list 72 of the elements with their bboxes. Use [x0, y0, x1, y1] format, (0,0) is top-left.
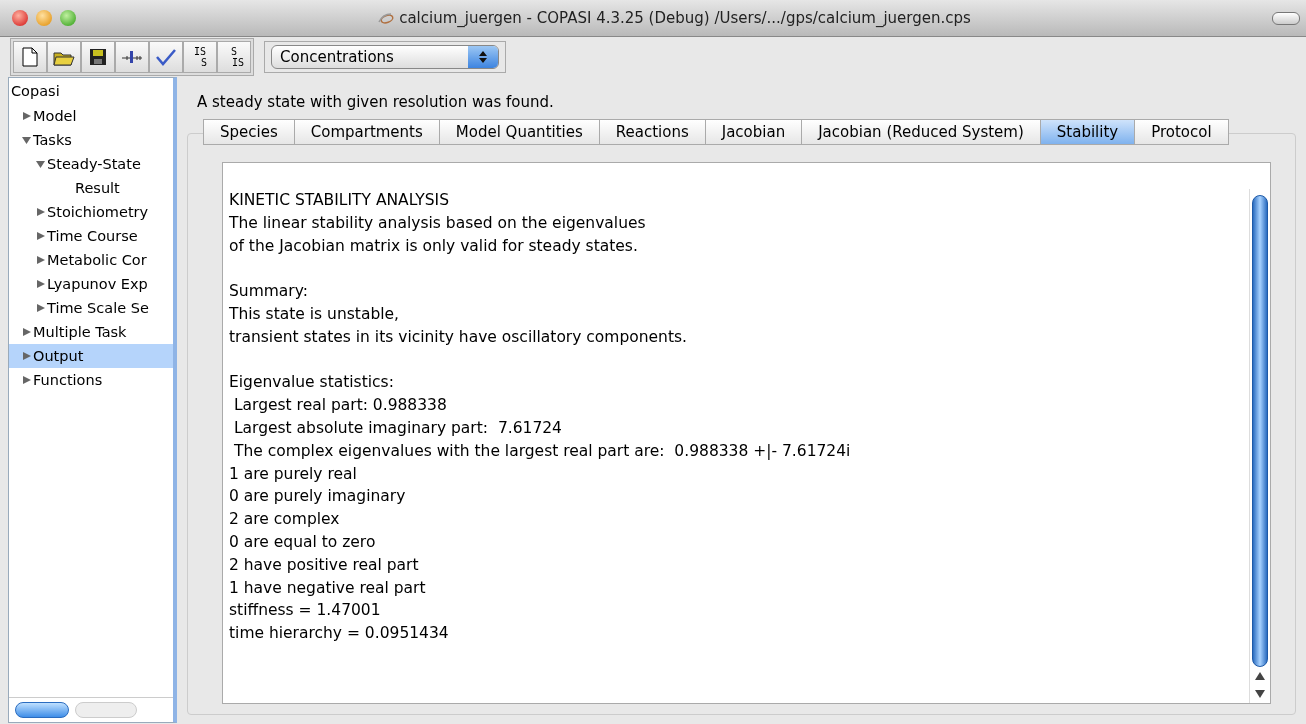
report-line: The linear stability analysis based on the eigenvalues — [229, 212, 647, 234]
tree-item[interactable]: Time Scale Se — [9, 296, 173, 320]
toolbar-button[interactable] — [81, 41, 115, 73]
tab[interactable]: Jacobian — [704, 119, 802, 145]
icon-label: IS — [230, 57, 244, 68]
tab[interactable]: Reactions — [598, 119, 705, 145]
vertical-scrollbar[interactable] — [1249, 189, 1270, 703]
tree-item[interactable]: Model — [9, 104, 173, 128]
expand-triangle-icon[interactable] — [35, 303, 46, 313]
status-message: A steady state with given resolution was found. — [197, 93, 555, 111]
expand-triangle-icon[interactable] — [21, 351, 32, 361]
report-line: Summary: — [229, 281, 309, 303]
tree-item[interactable]: Copasi — [9, 80, 173, 104]
expand-triangle-icon[interactable] — [21, 111, 32, 121]
expand-triangle-icon[interactable] — [35, 255, 46, 265]
report-line: 0 are purely imaginary — [229, 486, 407, 508]
report-line: 2 have positive real part — [229, 554, 420, 576]
tab[interactable]: Species — [203, 119, 294, 145]
expand-triangle-icon[interactable] — [35, 207, 46, 217]
tree-item[interactable]: Metabolic Cor — [9, 248, 173, 272]
expand-triangle-icon[interactable] — [21, 327, 32, 337]
collapse-triangle-icon[interactable] — [21, 135, 32, 145]
tab[interactable]: Model Quantities — [438, 119, 599, 145]
window-title: calcium_juergen - COPASI 4.3.25 (Debug) /Users/.../gps/calcium_juergen.cps — [399, 9, 971, 27]
checkmark-icon — [155, 48, 177, 66]
report-line: transient states in its vicinity have oscillatory components. — [229, 326, 689, 348]
report-line: 1 are purely real — [229, 463, 358, 485]
icon-label: IS — [193, 46, 207, 57]
expand-triangle-icon[interactable] — [21, 375, 32, 385]
tab[interactable]: Stability — [1039, 119, 1135, 145]
icon-label: S — [200, 57, 207, 68]
tree-item[interactable]: Lyapunov Exp — [9, 272, 173, 296]
swirl-logo-icon — [377, 12, 396, 24]
collapse-triangle-icon[interactable] — [35, 159, 46, 169]
close-icon[interactable] — [12, 10, 28, 26]
report-line: 2 are complex — [229, 509, 341, 531]
report-line: stiffness = 1.47001 — [229, 600, 382, 622]
tab[interactable]: Protocol — [1134, 119, 1229, 145]
report-line: The complex eigenvalues with the largest real part are: 0.988338 +|- 7.61724i — [232, 440, 852, 462]
report-line: Eigenvalue statistics: — [229, 372, 395, 394]
toolbar-button[interactable] — [115, 41, 149, 73]
scroll-down-icon[interactable] — [1254, 688, 1266, 700]
toolbar-toggle-button[interactable] — [1272, 11, 1300, 25]
report-line: of the Jacobian matrix is only valid for steady states. — [229, 235, 639, 257]
tree-item[interactable]: Output — [9, 344, 173, 368]
tab[interactable]: Compartments — [293, 119, 439, 145]
slider-icon — [121, 50, 143, 64]
unit-dropdown[interactable]: Concentrations — [271, 45, 499, 69]
stepper-arrows-icon — [478, 49, 488, 65]
tab[interactable]: Jacobian (Reduced System) — [801, 119, 1040, 145]
tree-item[interactable]: Time Course — [9, 224, 173, 248]
tree-item[interactable]: Stoichiometry — [9, 200, 173, 224]
tree-item[interactable]: Tasks — [9, 128, 173, 152]
expand-triangle-icon[interactable] — [35, 279, 46, 289]
report-line: This state is unstable, — [229, 304, 400, 325]
tree-item[interactable]: Functions — [9, 368, 173, 392]
icon-label: S — [229, 46, 238, 57]
report-line: 0 are equal to zero — [229, 531, 377, 553]
toolbar-button[interactable] — [47, 41, 81, 73]
report-line: KINETIC STABILITY ANALYSIS — [229, 190, 450, 211]
report-line: Largest absolute imaginary part: 7.61724 — [232, 417, 563, 439]
expand-triangle-icon[interactable] — [35, 231, 46, 241]
report-line: time hierarchy = 0.0951434 — [229, 623, 450, 645]
toolbar-button[interactable]: S IS — [217, 41, 251, 73]
tree-item[interactable]: Multiple Task — [9, 320, 173, 344]
tree-item[interactable]: Steady-State — [9, 152, 173, 176]
report-line: 1 have negative real part — [229, 577, 427, 599]
toolbar-button[interactable]: IS S — [183, 41, 217, 73]
scroll-up-icon[interactable] — [1254, 670, 1266, 682]
report-line: Largest real part: 0.988338 — [232, 395, 448, 417]
blank-page-icon — [22, 47, 38, 67]
tree-item[interactable]: Result — [9, 176, 173, 200]
